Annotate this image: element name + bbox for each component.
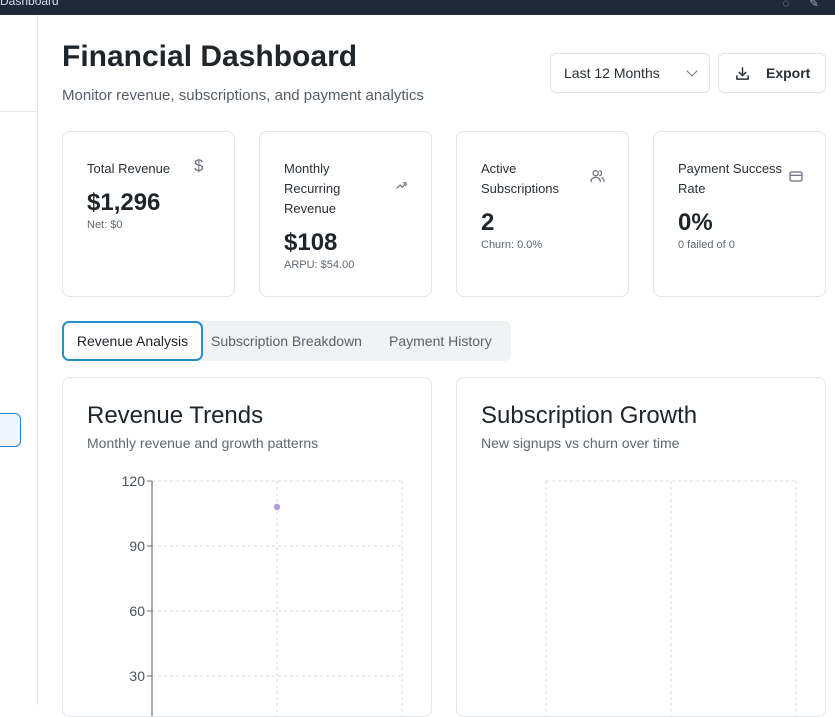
card-label: Active Subscriptions bbox=[481, 161, 560, 196]
panel-revenue-trends: Revenue Trends Monthly revenue and growt… bbox=[62, 377, 432, 717]
card-sub: 0 failed of 0 bbox=[678, 239, 735, 251]
export-label: Export bbox=[766, 65, 811, 81]
card-value: $1,296 bbox=[87, 189, 161, 216]
revenue-chart[interactable]: 120 90 60 30 bbox=[63, 378, 432, 717]
data-point bbox=[273, 503, 281, 511]
trending-up-icon bbox=[396, 182, 407, 189]
page-title: Financial Dashboard bbox=[62, 40, 358, 73]
card-payment-success: Payment Success Rate 0% 0 failed of 0 bbox=[653, 131, 826, 297]
card-value: $108 bbox=[284, 229, 338, 256]
browser-topbar: Dashboard ◌ ✎ bbox=[0, 0, 835, 15]
card-total-revenue: Total Revenue $ $1,296 Net: $0 bbox=[62, 131, 235, 297]
y-tick-label: 120 bbox=[122, 473, 146, 489]
chevron-down-icon bbox=[686, 65, 698, 77]
card-label: Total Revenue bbox=[87, 161, 171, 176]
card-mrr: Monthly Recurring Revenue $108 ARPU: $54… bbox=[259, 131, 432, 297]
browser-tab-title[interactable]: Dashboard bbox=[0, 0, 59, 8]
card-sub: Churn: 0.0% bbox=[481, 239, 543, 251]
tab-payment-history[interactable]: Payment History bbox=[389, 321, 492, 361]
tab-revenue-analysis[interactable]: Revenue Analysis bbox=[62, 321, 203, 361]
y-tick-label: 60 bbox=[129, 603, 145, 619]
period-select[interactable]: Last 12 Months bbox=[550, 53, 710, 93]
sidebar-divider bbox=[0, 111, 37, 112]
card-sub: Net: $0 bbox=[87, 219, 123, 231]
card-value: 2 bbox=[481, 209, 495, 236]
sidebar-item-active[interactable] bbox=[0, 413, 21, 447]
credit-card-icon bbox=[789, 171, 803, 182]
card-label: Payment Success Rate bbox=[678, 161, 783, 196]
users-icon bbox=[590, 169, 605, 183]
tab-subscription-breakdown[interactable]: Subscription Breakdown bbox=[211, 321, 362, 361]
browser-toolbar-icons[interactable]: ◌ ✎ bbox=[782, 0, 827, 10]
download-icon bbox=[736, 66, 749, 80]
dollar-icon: $ bbox=[194, 156, 204, 175]
card-label: Monthly Recurring Revenue bbox=[284, 161, 341, 216]
export-button[interactable]: Export bbox=[718, 53, 826, 93]
page-subtitle: Monitor revenue, subscriptions, and paym… bbox=[62, 87, 424, 104]
card-sub: ARPU: $54.00 bbox=[284, 259, 355, 271]
y-tick-label: 90 bbox=[129, 538, 145, 554]
y-tick-label: 30 bbox=[129, 668, 145, 684]
panel-subscription-growth: Subscription Growth New signups vs churn… bbox=[456, 377, 826, 717]
period-select-value: Last 12 Months bbox=[564, 65, 660, 81]
card-value: 0% bbox=[678, 209, 713, 236]
subscription-chart[interactable] bbox=[457, 378, 826, 717]
card-active-subscriptions: Active Subscriptions 2 Churn: 0.0% bbox=[456, 131, 629, 297]
sidebar bbox=[0, 15, 38, 705]
tab-list: Revenue Analysis Subscription Breakdown … bbox=[62, 321, 511, 361]
